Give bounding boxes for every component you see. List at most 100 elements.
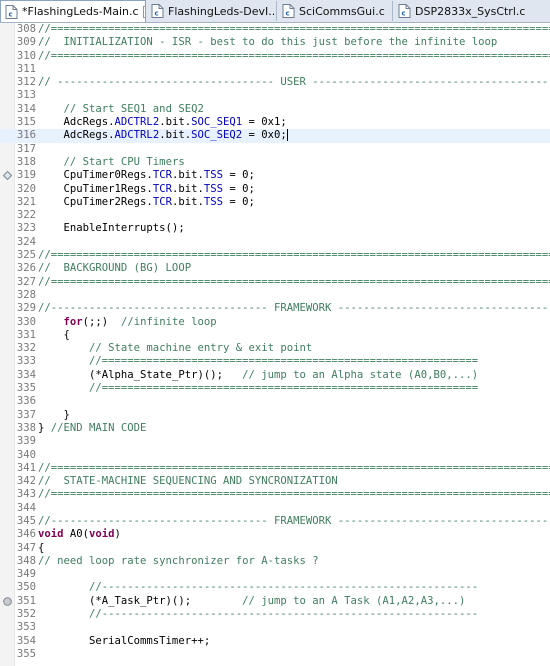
code-text: // STATE-MACHINE SEQUENCING AND SYNCRONI… (38, 475, 338, 488)
svg-text:c: c (402, 10, 406, 18)
code-line[interactable]: 329//---------------------------------- … (0, 302, 550, 315)
code-line[interactable]: 322 (0, 209, 550, 222)
code-line[interactable]: 311 (0, 63, 550, 76)
comment-token: //--------------------------------------… (89, 581, 479, 594)
code-line[interactable]: 333 //==================================… (0, 355, 550, 368)
code-line[interactable]: 319 CpuTimer0Regs.TCR.bit.TSS = 0; (0, 169, 550, 182)
field-token: TSS (203, 195, 223, 208)
code-line[interactable]: 338} //END MAIN CODE (0, 422, 550, 435)
code-line[interactable]: 347{ (0, 542, 550, 555)
code-line[interactable]: 353 (0, 621, 550, 634)
code-token: AdcRegs. (38, 116, 115, 129)
code-line[interactable]: 341//===================================… (0, 462, 550, 475)
line-number: 321 (16, 195, 36, 208)
code-line[interactable]: 339 (0, 435, 550, 448)
tab-scicommsgui[interactable]: c SciCommsGui.c (278, 1, 393, 21)
code-line[interactable]: 344 (0, 502, 550, 515)
code-line[interactable]: 349 (0, 568, 550, 581)
code-line[interactable]: 317 (0, 143, 550, 156)
code-line[interactable]: 308//===================================… (0, 23, 550, 36)
code-text: EnableInterrupts(); (38, 222, 185, 235)
code-line[interactable]: 314 // Start SEQ1 and SEQ2 (0, 103, 550, 116)
keyword-token: void (38, 528, 64, 541)
code-line[interactable]: 340 (0, 449, 550, 462)
code-line[interactable]: 328 (0, 289, 550, 302)
code-line[interactable]: 327//===================================… (0, 276, 550, 289)
code-text: // ---------------------------------- US… (38, 76, 550, 89)
bookmark-diamond-icon[interactable] (2, 171, 13, 181)
code-text: (*A_Task_Ptr)(); // jump to an A Task (A… (38, 595, 465, 608)
line-number: 342 (16, 475, 36, 488)
text-cursor (286, 129, 288, 142)
close-tab-icon[interactable]: × (142, 5, 145, 18)
code-line[interactable]: 321 CpuTimer2Regs.TCR.bit.TSS = 0; (0, 196, 550, 209)
breakpoint-circle-icon[interactable] (3, 596, 12, 606)
code-line[interactable]: 315 AdcRegs.ADCTRL2.bit.SOC_SEQ1 = 0x1; (0, 116, 550, 129)
code-token: = 0; (222, 169, 255, 182)
code-line[interactable]: 335 //==================================… (0, 382, 550, 395)
code-text: //--------------------------------------… (38, 608, 478, 621)
line-number: 322 (16, 209, 36, 222)
line-number: 343 (16, 488, 36, 501)
line-number: 348 (16, 554, 36, 567)
comment-token: //======================================… (38, 488, 550, 501)
code-token: CpuTimer0Regs. (38, 169, 153, 182)
tab-dsp2833x-sysctrl[interactable]: c DSP2833x_SysCtrl.c (394, 1, 550, 21)
code-text: AdcRegs.ADCTRL2.bit.SOC_SEQ2 = 0x0; (38, 129, 288, 142)
code-token: .bit. (159, 129, 192, 142)
current-code-line[interactable]: 316 AdcRegs.ADCTRL2.bit.SOC_SEQ2 = 0x0; (0, 129, 550, 143)
comment-token: // jump to an A Task (A1,A2,A3,...) (242, 594, 466, 607)
code-line[interactable]: 342// STATE-MACHINE SEQUENCING AND SYNCR… (0, 475, 550, 488)
line-number: 318 (16, 155, 36, 168)
code-line[interactable]: 318 // Start CPU Timers (0, 156, 550, 169)
comment-token: //---------------------------------- FRA… (38, 514, 550, 527)
tab-flashingleds-devinit[interactable]: c FlashingLeds-DevI... (147, 1, 277, 21)
tab-flashingleds-main[interactable]: c *FlashingLeds-Main.c × (0, 0, 146, 22)
line-number: 339 (16, 435, 36, 448)
code-line[interactable]: 350 //----------------------------------… (0, 581, 550, 594)
code-line[interactable]: 343//===================================… (0, 488, 550, 501)
code-text: AdcRegs.ADCTRL2.bit.SOC_SEQ1 = 0x1; (38, 116, 287, 129)
code-line[interactable]: 331 { (0, 329, 550, 342)
code-line[interactable]: 330 for(;;) //infinite loop (0, 316, 550, 329)
code-line[interactable]: 325//===================================… (0, 249, 550, 262)
line-number: 308 (16, 23, 36, 35)
code-editor[interactable]: 308 //===================================… (0, 23, 550, 666)
code-line[interactable]: 310//===================================… (0, 50, 550, 63)
code-line[interactable]: 345//---------------------------------- … (0, 515, 550, 528)
code-line[interactable]: 336 (0, 395, 550, 408)
code-line[interactable]: 326// BACKGROUND (BG) LOOP (0, 262, 550, 275)
c-file-icon: c (282, 4, 295, 18)
code-token: .bit. (171, 195, 204, 208)
code-line[interactable]: 324 (0, 236, 550, 249)
code-line[interactable]: 323 EnableInterrupts(); (0, 222, 550, 235)
code-line[interactable]: 348// need loop rate synchronizer for A-… (0, 555, 550, 568)
code-text: //--------------------------------------… (38, 581, 478, 594)
code-line[interactable]: 320 CpuTimer1Regs.TCR.bit.TSS = 0; (0, 183, 550, 196)
field-token: ADCTRL2 (114, 116, 160, 129)
line-number: 331 (16, 328, 36, 341)
line-number: 351 (16, 594, 36, 607)
code-line[interactable]: 312// ----------------------------------… (0, 76, 550, 89)
line-number: 336 (16, 395, 36, 408)
code-line[interactable]: 352 //----------------------------------… (0, 608, 550, 621)
code-line[interactable]: 355 (0, 648, 550, 661)
code-line[interactable]: 332 // State machine entry & exit point (0, 342, 550, 355)
comment-token: // Start SEQ1 and SEQ2 (63, 102, 204, 115)
line-number: 346 (16, 528, 36, 541)
code-line[interactable]: 351 (*A_Task_Ptr)(); // jump to an A Tas… (0, 595, 550, 608)
line-number: 320 (16, 182, 36, 195)
code-line[interactable]: 337 } (0, 409, 550, 422)
code-line[interactable]: 334 (*Alpha_State_Ptr)(); // jump to an … (0, 369, 550, 382)
code-line[interactable]: 309// INITIALIZATION - ISR - best to do … (0, 36, 550, 49)
code-line[interactable]: 354 SerialCommsTimer++; (0, 635, 550, 648)
code-line[interactable]: 313 (0, 89, 550, 102)
code-text: { (38, 542, 44, 555)
tab-label: SciCommsGui.c (299, 4, 385, 18)
line-number: 337 (16, 408, 36, 421)
code-line[interactable]: 346 void A0(void) (0, 528, 550, 541)
code-text: //======================================… (38, 249, 550, 262)
line-number: 324 (16, 235, 36, 248)
